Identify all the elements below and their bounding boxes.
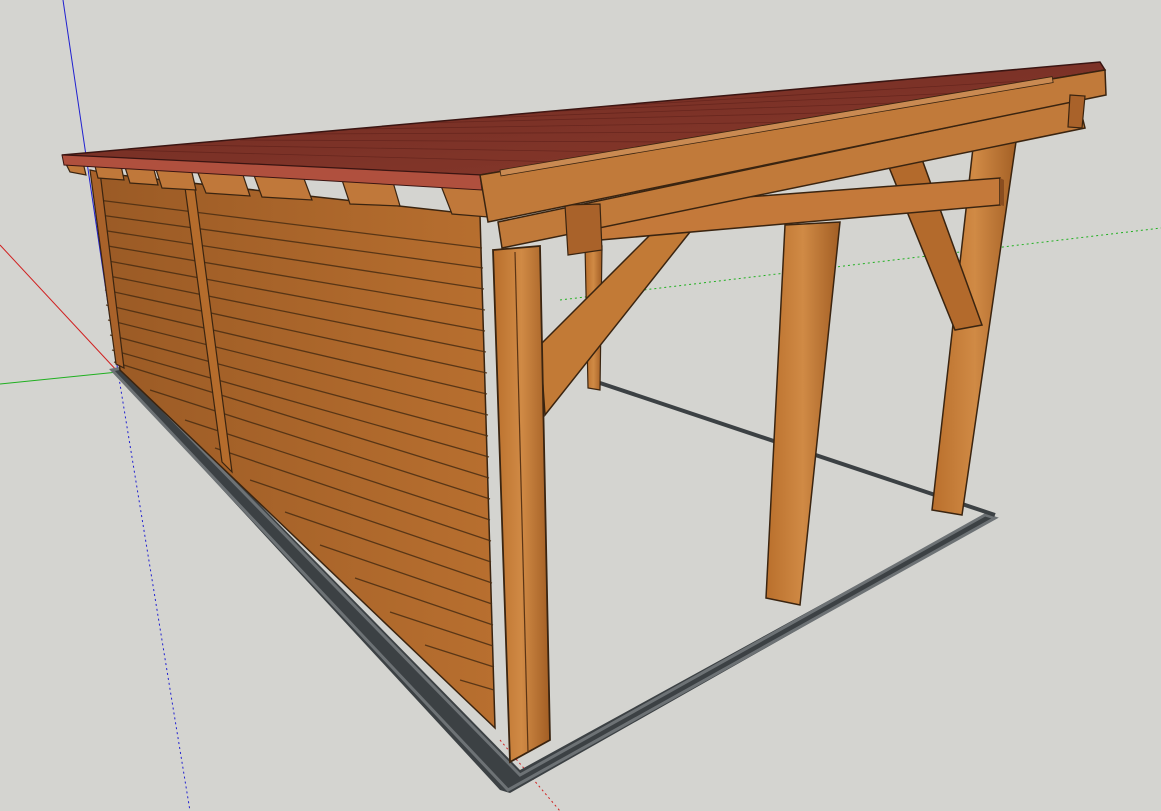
scene-svg[interactable] [0,0,1161,811]
green-axis [0,371,119,385]
red-axis [0,244,119,373]
front-right-bracket [1067,94,1086,129]
front-corner-post[interactable] [492,245,551,764]
sketchup-3d-viewport[interactable] [0,0,1161,811]
side-wall[interactable] [89,169,496,730]
